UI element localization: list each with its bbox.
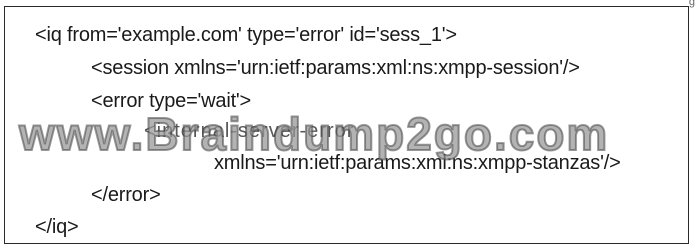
code-line-xmlns-stanzas: xmlns='urn:ietf:params:xml:ns:xmpp-stanz… [214, 152, 621, 174]
code-line-iq-open: <iq from='example.com' type='error' id='… [35, 24, 457, 46]
code-box: <iq from='example.com' type='error' id='… [4, 6, 689, 244]
code-line-iq-close: </iq> [35, 216, 79, 238]
code-line-error-open: <error type='wait'> [91, 90, 252, 112]
page: { "code": { "lines": [ "<iq from='exampl… [0, 0, 695, 251]
code-line-internal-server-error: <internal-server-error [144, 120, 355, 142]
code-line-session: <session xmlns='urn:ietf:params:xml:ns:x… [91, 57, 580, 79]
code-line-error-close: </error> [91, 184, 161, 206]
corner-letter: g [688, 0, 695, 8]
